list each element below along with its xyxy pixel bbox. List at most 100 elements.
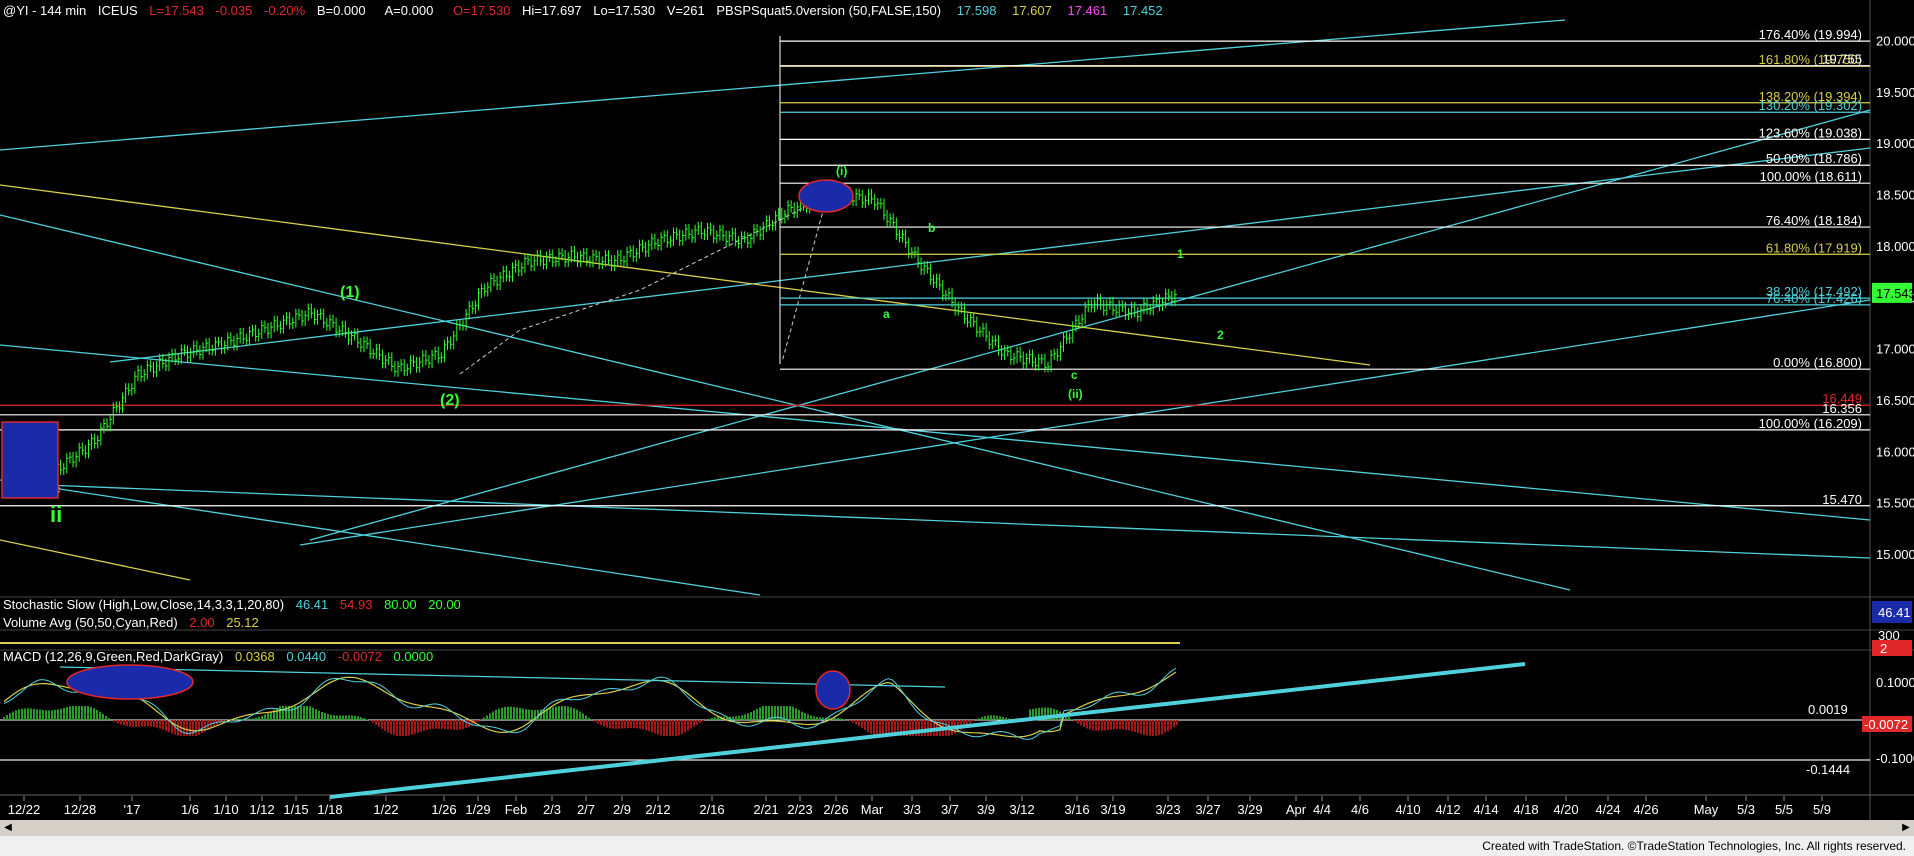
date-tick: 3/23: [1155, 802, 1180, 817]
wave-label: (i): [836, 164, 847, 178]
header-ask: A=0.000: [385, 3, 434, 18]
date-tick: 3/12: [1009, 802, 1034, 817]
fib-label: 61.80% (17.919): [1766, 240, 1862, 255]
date-tick: 1/12: [249, 802, 274, 817]
macd-tag-bottom: -0.1444: [1806, 762, 1850, 777]
date-tick: 3/27: [1195, 802, 1220, 817]
macd-tick-bottom: -0.1000: [1876, 751, 1914, 766]
price-tick: 16.500: [1876, 393, 1914, 408]
macd-label: MACD (12,26,9,Green,Red,DarkGray) 0.0368…: [3, 649, 433, 664]
macd-ellipse-right: [815, 670, 851, 710]
fib-label: 100.00% (18.611): [1760, 169, 1862, 184]
header-volume: V=261: [667, 3, 705, 18]
date-tick: 4/24: [1595, 802, 1620, 817]
header-change: -0.035: [215, 3, 252, 18]
date-tick: 5/9: [1813, 802, 1831, 817]
fib-label: 15.470: [1822, 492, 1862, 507]
fib-label: 76.40% (17.426): [1766, 291, 1862, 306]
date-tick: 3/3: [903, 802, 921, 817]
macd-tick-top: 0.1000: [1876, 675, 1914, 690]
date-tick: 2/9: [613, 802, 631, 817]
date-tick: 1/18: [317, 802, 342, 817]
date-tick: 3/29: [1237, 802, 1262, 817]
date-tick: 2/26: [823, 802, 848, 817]
stochastic-label: Stochastic Slow (High,Low,Close,14,3,3,1…: [3, 597, 461, 612]
highlight-ellipse-top: [798, 179, 854, 213]
date-tick: 1/10: [213, 802, 238, 817]
horizontal-scrollbar[interactable]: ◀ ▶: [0, 820, 1914, 836]
date-tick: 1/22: [373, 802, 398, 817]
date-tick: 1/26: [431, 802, 456, 817]
header-high: Hi=17.697: [522, 3, 582, 18]
fib-label: 0.00% (16.800): [1773, 355, 1862, 370]
wave-label: (1): [340, 284, 360, 301]
price-tick: 15.500: [1876, 496, 1914, 511]
highlight-box-left: [1, 421, 59, 499]
date-tick: Mar: [861, 802, 884, 817]
header-last: L=17.543: [149, 3, 204, 18]
fib-label: 16.356: [1822, 401, 1862, 416]
header-exchange: ICEUS: [98, 3, 138, 18]
price-tick: 16.000: [1876, 444, 1914, 459]
price-tick: 15.000: [1876, 547, 1914, 562]
wave-label: (2): [440, 392, 460, 409]
volume-axis-tag-2: 2: [1880, 641, 1887, 656]
wave-label: b: [928, 221, 935, 235]
date-tick: 4/12: [1435, 802, 1460, 817]
date-tick: Apr: [1286, 802, 1307, 817]
wave-label: ii: [50, 502, 62, 527]
date-tick: 4/10: [1395, 802, 1420, 817]
date-tick: 2/21: [753, 802, 778, 817]
date-tick: 3/9: [977, 802, 995, 817]
date-tick: 12/22: [8, 802, 41, 817]
header-symbol: @YI - 144 min: [3, 3, 86, 18]
date-tick: 4/6: [1351, 802, 1369, 817]
date-tick: 4/4: [1313, 802, 1331, 817]
date-tick: Feb: [505, 802, 527, 817]
date-tick: 2/7: [577, 802, 595, 817]
macd-ellipse-left: [66, 664, 194, 700]
fib-label: 100.00% (16.209): [1759, 416, 1862, 431]
scroll-right-icon[interactable]: ▶: [1900, 822, 1912, 834]
fib-label: 176.40% (19.994): [1759, 27, 1862, 42]
macd-tag-red: -0.0072: [1864, 717, 1908, 732]
price-tick: 18.500: [1876, 188, 1914, 203]
header-change-pct: -0.20%: [264, 3, 306, 18]
date-tick: 4/18: [1513, 802, 1538, 817]
stochastic-axis-tag: 46.41: [1878, 605, 1911, 620]
header-study-v2: 17.607: [1012, 3, 1052, 18]
header-line: @YI - 144 min ICEUS L=17.543 -0.035 -0.2…: [3, 3, 1163, 18]
header-study-v4: 17.452: [1123, 3, 1163, 18]
date-tick: 4/26: [1633, 802, 1658, 817]
header-low: Lo=17.530: [593, 3, 655, 18]
price-tick: 17.000: [1876, 342, 1914, 357]
wave-label: 2: [1217, 328, 1224, 342]
date-tick: 5/3: [1737, 802, 1755, 817]
wave-label: (ii): [1068, 387, 1083, 401]
scroll-left-icon[interactable]: ◀: [2, 822, 14, 834]
date-tick: 2/23: [787, 802, 812, 817]
footer-credit: Created with TradeStation. ©TradeStation…: [1482, 839, 1906, 853]
header-study-v3: 17.461: [1067, 3, 1107, 18]
date-tick: 3/16: [1064, 802, 1089, 817]
fib-label: 76.40% (18.184): [1766, 213, 1862, 228]
header-study: PBSPSquat5.0version (50,FALSE,150): [716, 3, 941, 18]
wave-label: c: [1071, 368, 1078, 382]
date-tick: May: [1694, 802, 1719, 817]
price-tick: 19.500: [1876, 85, 1914, 100]
footer: Created with TradeStation. ©TradeStation…: [0, 836, 1914, 856]
date-tick: 5/5: [1775, 802, 1793, 817]
fib-label: 130.20% (19.302): [1759, 98, 1862, 113]
header-open: O=17.530: [453, 3, 510, 18]
price-tick: 18.000: [1876, 239, 1914, 254]
header-bid: B=0.000: [317, 3, 366, 18]
date-tick: 2/12: [645, 802, 670, 817]
chart-canvas: 176.40% (19.994)161.80% (19.750)19.75513…: [0, 0, 1914, 820]
wave-label: 1: [1177, 247, 1184, 261]
macd-tag-zero: 0.0019: [1808, 702, 1848, 717]
date-tick: 12/28: [64, 802, 97, 817]
date-tick: 3/7: [941, 802, 959, 817]
last-price-tag: 17.543: [1876, 286, 1914, 301]
wave-label: a: [883, 307, 890, 321]
date-tick: 1/29: [465, 802, 490, 817]
